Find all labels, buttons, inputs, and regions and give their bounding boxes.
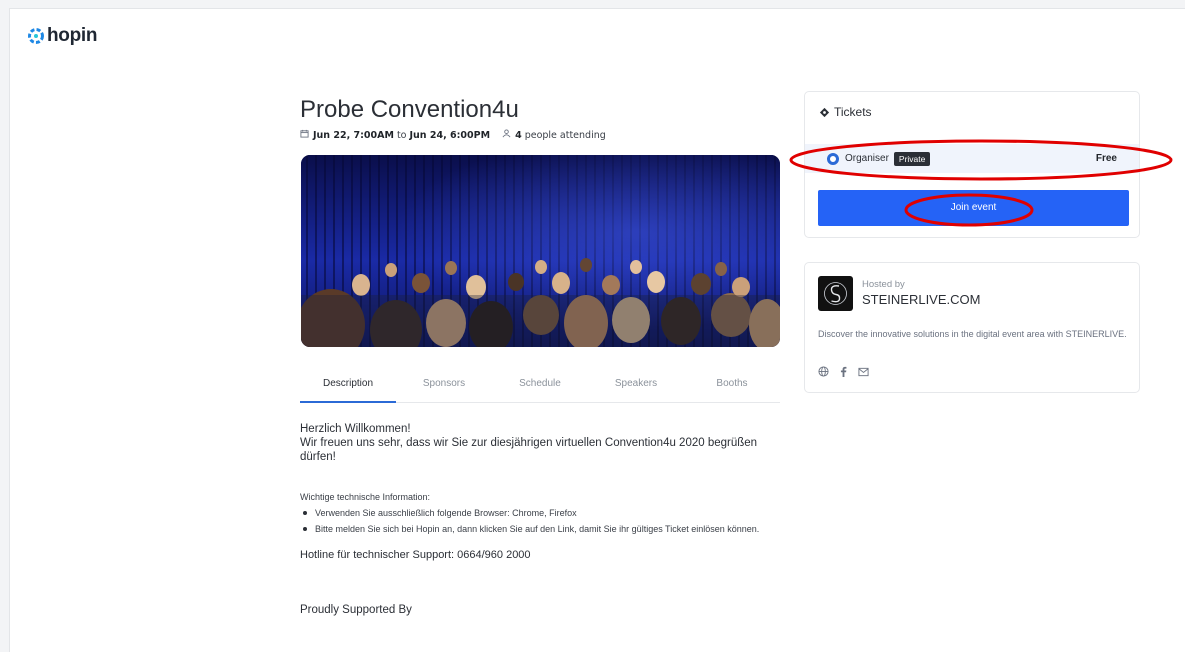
ticket-option[interactable]: Organiser Private Free [805,144,1139,173]
private-badge: Private [893,151,931,166]
attending-label: people attending [524,129,606,141]
ticket-price: Free [1095,153,1117,164]
event-title: Probe Convention4u [300,96,519,123]
tickets-header: Tickets [819,105,872,119]
tab-description[interactable]: Description [300,373,396,403]
event-meta: Jun 22, 7:00AM to Jun 24, 6:00PM 4 peopl… [300,129,606,141]
description-content: Herzlich Willkommen! Wir freuen uns sehr… [300,422,790,616]
greeting-line-2: Wir freuen uns sehr, dass wir Sie zur di… [300,437,758,463]
supported-by-heading: Proudly Supported By [300,604,412,616]
greeting-line-1: Herzlich Willkommen! [300,423,411,435]
attending-count: 4 [515,129,522,141]
ticket-icon [819,107,830,117]
host-name[interactable]: STEINERLIVE.COM [862,292,980,307]
globe-icon[interactable] [818,366,829,377]
facebook-icon[interactable] [839,366,848,377]
tech-heading: Wichtige technische Information: [300,492,431,502]
event-banner-image [301,155,780,347]
logo-text: hopin [47,25,98,46]
ticket-radio[interactable] [827,152,839,165]
tab-speakers[interactable]: Speakers [588,373,684,402]
date-to: to [396,129,407,141]
audience-photo [301,155,780,347]
hosted-by-label: Hosted by [862,279,905,290]
hotline-text: Hotline für technischer Support: 0664/96… [300,549,531,561]
host-social-links [818,366,869,377]
event-page: hopin Probe Convention4u Jun 22, 7:00AM … [9,8,1185,652]
tickets-heading: Tickets [834,105,872,119]
host-logo[interactable] [818,276,853,311]
date-start: Jun 22, 7:00AM [313,129,394,141]
host-description: Discover the innovative solutions in the… [818,329,1127,339]
person-icon [502,129,511,141]
host-card: Hosted by STEINERLIVE.COM Discover the i… [804,262,1140,393]
tab-booths[interactable]: Booths [684,373,780,402]
join-event-button[interactable]: Join event [818,190,1129,226]
tickets-card: Tickets Organiser Private Free Join even… [804,91,1140,238]
mail-icon[interactable] [858,367,869,377]
list-item: Bitte melden Sie sich bei Hopin an, dann… [300,521,790,537]
list-item: Verwenden Sie ausschließlich folgende Br… [300,505,790,521]
date-end: Jun 24, 6:00PM [409,129,491,141]
ticket-name: Organiser [845,153,889,164]
calendar-icon [300,129,309,141]
event-tabs: Description Sponsors Schedule Speakers B… [300,373,780,403]
tab-schedule[interactable]: Schedule [492,373,588,402]
tech-list: Verwenden Sie ausschließlich folgende Br… [300,505,790,537]
hopin-logo-icon [28,28,44,44]
hopin-logo[interactable]: hopin [27,25,98,47]
tab-sponsors[interactable]: Sponsors [396,373,492,402]
